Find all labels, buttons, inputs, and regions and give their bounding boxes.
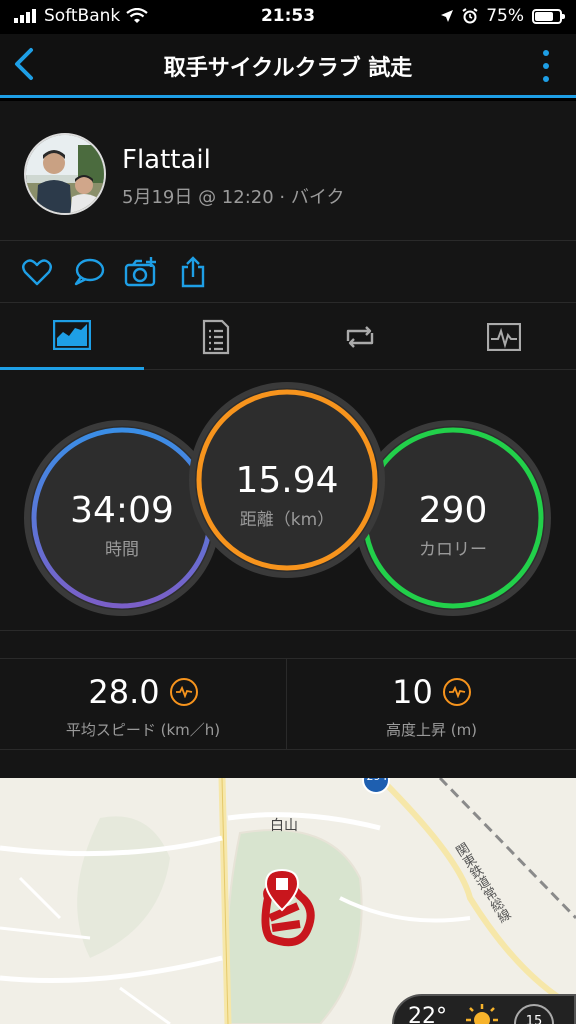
map-place-label: 白山: [270, 818, 298, 834]
secondary-stats: 28.0 平均スピード (km／h) 10 高度上昇 (m): [0, 658, 576, 751]
comment-icon: [74, 258, 105, 286]
time-stat[interactable]: 34:09 時間: [42, 490, 202, 560]
more-options-button[interactable]: [536, 46, 556, 86]
calories-value: 290: [418, 490, 488, 531]
wind-speed: 15: [514, 1004, 554, 1024]
tab-details[interactable]: [144, 303, 288, 370]
weather-widget[interactable]: 22° 15: [392, 994, 576, 1024]
battery-percent: 75%: [486, 6, 524, 26]
battery-icon: [532, 8, 565, 24]
distance-value: 15.94: [235, 460, 339, 501]
overview-chart-icon: [53, 320, 91, 350]
time-value: 34:09: [70, 490, 174, 531]
add-photo-button[interactable]: [124, 255, 158, 289]
battery-level: [535, 11, 553, 21]
back-button[interactable]: [6, 44, 42, 84]
action-bar: [0, 241, 576, 303]
calories-stat[interactable]: 290 カロリー: [373, 490, 533, 560]
pulse-chart-icon: [487, 322, 521, 351]
pulse-badge-icon: [442, 678, 471, 706]
chevron-left-icon: [15, 48, 33, 80]
time-label: 時間: [105, 540, 139, 560]
spacer-strip: [0, 750, 576, 778]
divider-row: [0, 630, 576, 658]
route-map[interactable]: 白山 関東鉄道常総線 294 22° 15: [0, 778, 576, 1024]
avg-speed-stat[interactable]: 28.0 平均スピード (km／h): [0, 659, 287, 751]
activity-header: Flattail 5月19日 @ 12:20 · バイク: [0, 101, 576, 241]
avg-speed-value: 28.0: [88, 673, 160, 711]
location-arrow-icon: [441, 10, 454, 22]
alarm-icon: [462, 8, 478, 24]
share-button[interactable]: [176, 255, 210, 289]
camera-plus-icon: [124, 257, 156, 287]
tab-overview[interactable]: [0, 303, 144, 370]
repeat-icon: [346, 325, 374, 348]
weather-temp: 22°: [408, 1004, 447, 1024]
elevation-label: 高度上昇 (m): [385, 721, 478, 739]
distance-stat[interactable]: 15.94 距離（km）: [197, 460, 377, 530]
calories-label: カロリー: [419, 540, 487, 560]
route-badge-label: 294: [364, 778, 390, 783]
more-dot-icon: [543, 76, 549, 82]
activity-tabs: [0, 303, 576, 370]
like-button[interactable]: [20, 255, 54, 289]
tab-laps[interactable]: [288, 303, 432, 370]
avatar-photo: [26, 135, 104, 213]
avg-speed-row: 28.0: [0, 673, 286, 711]
page-title: 取手サイクルクラブ 試走: [163, 56, 413, 81]
tab-charts[interactable]: [432, 303, 576, 370]
status-bar: SoftBank 21:53 75%: [0, 0, 576, 34]
elevation-row: 10: [288, 673, 575, 711]
heart-icon: [22, 259, 52, 286]
more-dot-icon: [543, 63, 549, 69]
summary-stats: 34:09 時間 15.94 距離（km） 290 カロリー: [0, 370, 576, 630]
more-dot-icon: [543, 50, 549, 56]
nav-bar: 取手サイクルクラブ 試走: [0, 34, 576, 98]
activity-date-type: 5月19日 @ 12:20 · バイク: [122, 187, 345, 208]
sun-icon: [466, 1004, 498, 1024]
share-icon: [181, 256, 205, 288]
stop-square-icon: [276, 878, 288, 890]
avatar[interactable]: [24, 133, 106, 215]
pulse-badge-icon: [169, 678, 198, 706]
comment-button[interactable]: [72, 255, 106, 289]
status-right: 75%: [440, 6, 565, 26]
document-list-icon: [202, 319, 230, 354]
elevation-stat[interactable]: 10 高度上昇 (m): [288, 659, 575, 751]
distance-label: 距離（km）: [239, 510, 335, 530]
user-name[interactable]: Flattail: [122, 145, 211, 175]
avg-speed-label: 平均スピード (km／h): [65, 721, 221, 739]
elevation-value: 10: [392, 673, 433, 711]
